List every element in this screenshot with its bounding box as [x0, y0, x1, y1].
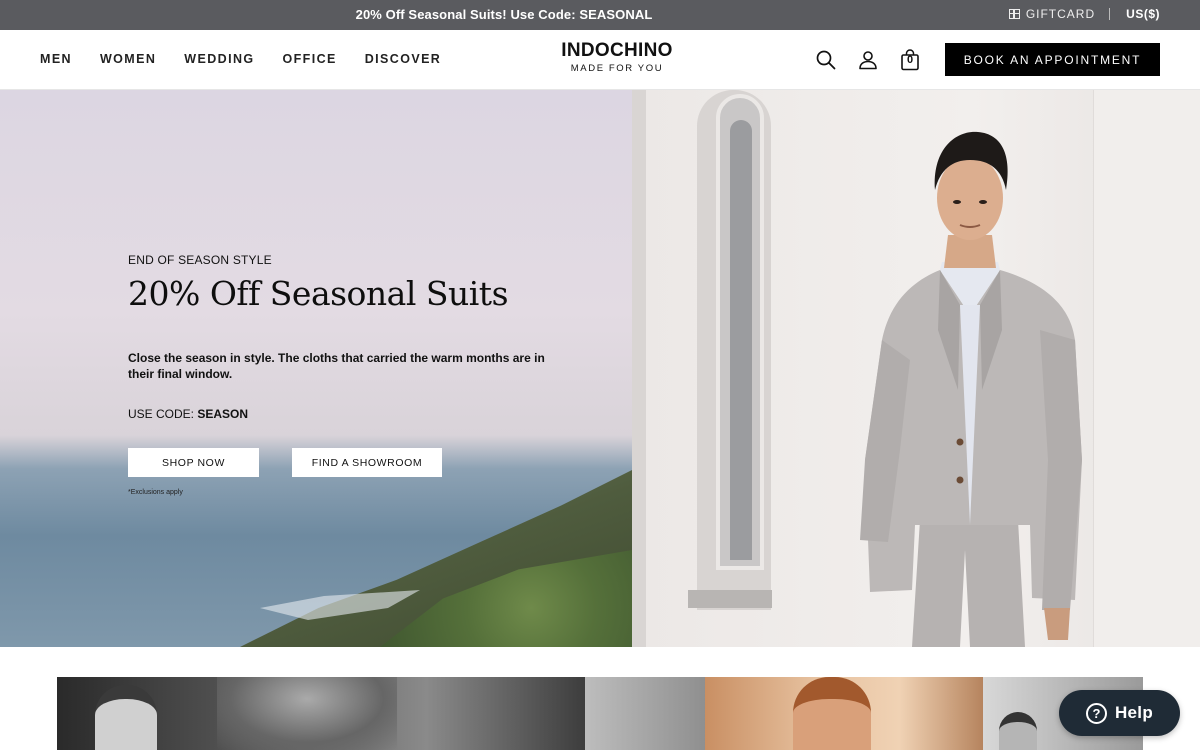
tile-sunset-figure: [793, 677, 871, 750]
model-in-grey-suit: [860, 131, 1082, 647]
help-label: Help: [1114, 703, 1154, 722]
hero-eyebrow: END OF SEASON STYLE: [128, 253, 272, 267]
promo-code-prefix: USE CODE:: [128, 407, 198, 421]
promo-code: SEASON: [197, 407, 249, 421]
exclusions-note: *Exclusions apply: [128, 489, 183, 496]
tile-portrait-figure: [95, 685, 157, 750]
hero-headline: 20% Off Seasonal Suits: [128, 274, 509, 313]
currency-selector[interactable]: US($): [1126, 7, 1160, 21]
logo-tagline: MADE FOR YOU: [570, 63, 664, 74]
help-question-icon: ?: [1085, 702, 1107, 724]
announcement-bar: 20% Off Seasonal Suits! Use Code: SEASON…: [0, 0, 1200, 30]
nav-item-women[interactable]: WOMEN: [100, 52, 156, 66]
promo-code-line: USE CODE: SEASON: [128, 407, 248, 421]
nav-item-discover[interactable]: DISCOVER: [365, 52, 442, 66]
tile-group-figure: [999, 712, 1037, 750]
wall-edge: [632, 90, 646, 647]
tile-foliage: [217, 677, 397, 750]
gift-icon: [1008, 9, 1020, 19]
help-chat-button[interactable]: ? Help: [1059, 690, 1180, 736]
account-icon[interactable]: [858, 49, 878, 71]
find-showroom-button[interactable]: FIND A SHOWROOM: [292, 448, 442, 477]
main-nav: MEN WOMEN WEDDING OFFICE DISCOVER: [40, 52, 441, 66]
category-tile-portrait[interactable]: [585, 677, 705, 750]
site-header: MEN WOMEN WEDDING OFFICE DISCOVER INDOCH…: [0, 30, 1200, 90]
window-sill: [688, 590, 772, 608]
window-glass: [730, 120, 752, 560]
category-image-strip: [57, 677, 1143, 750]
nav-item-men[interactable]: MEN: [40, 52, 72, 66]
brand-logo[interactable]: INDOCHINO MADE FOR YOU: [554, 40, 680, 75]
nav-item-wedding[interactable]: WEDDING: [184, 52, 254, 66]
book-appointment-button[interactable]: BOOK AN APPOINTMENT: [945, 43, 1160, 76]
giftcard-label: GIFTCARD: [1025, 7, 1096, 21]
side-wall: [1093, 90, 1200, 647]
giftcard-link[interactable]: GIFTCARD: [1008, 7, 1096, 21]
shop-now-button[interactable]: SHOP NOW: [128, 448, 259, 477]
utility-links: GIFTCARD US($): [1008, 7, 1160, 21]
search-icon[interactable]: [816, 49, 836, 71]
logo-wordmark: INDOCHINO: [561, 40, 673, 61]
header-icons: 0: [816, 49, 920, 71]
cart-count: 0: [906, 54, 914, 66]
nav-item-office[interactable]: OFFICE: [283, 52, 337, 66]
announcement-text[interactable]: 20% Off Seasonal Suits! Use Code: SEASON…: [0, 7, 1008, 22]
cart-bag-icon[interactable]: 0: [900, 49, 920, 71]
hero-banner: END OF SEASON STYLE 20% Off Seasonal Sui…: [0, 90, 1200, 647]
divider: [1109, 8, 1111, 20]
hero-body: Close the season in style. The cloths th…: [128, 351, 545, 381]
